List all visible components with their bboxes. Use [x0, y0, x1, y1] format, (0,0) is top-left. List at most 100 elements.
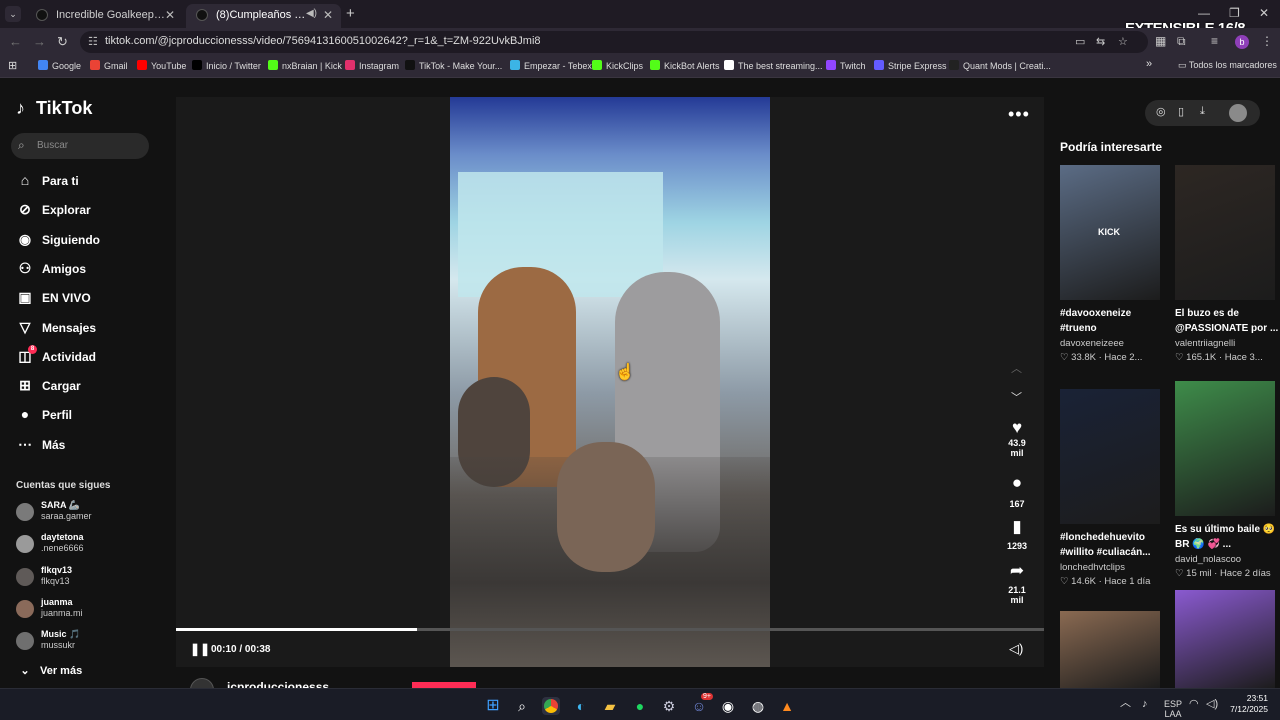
steam-icon[interactable]: ⚙	[660, 697, 678, 715]
volume-icon[interactable]: ◁)	[1009, 641, 1023, 657]
back-icon[interactable]: ←	[9, 34, 22, 49]
recommendations-header: Podría interesarte	[1060, 140, 1163, 154]
wifi-icon[interactable]: ◠	[1189, 699, 1199, 710]
heart-outline-icon: ♡	[1175, 568, 1187, 579]
bookmark-item[interactable]: Twitch	[826, 60, 866, 71]
search-icon[interactable]: ⌕	[513, 697, 531, 715]
volume-tray-icon[interactable]: ◁)	[1206, 699, 1218, 710]
bookmark-item[interactable]: Quant Mods | Creati...	[949, 60, 1051, 71]
extension-icon[interactable]: ▦	[1155, 34, 1166, 48]
video-caption[interactable]: Es su último baile 🥺 BR 🌍 💞 ...	[1175, 522, 1280, 552]
video-thumbnail[interactable]	[1175, 381, 1275, 516]
restore-icon[interactable]: ❐	[1229, 6, 1240, 20]
tab-goalkeeper[interactable]: Incredible Goalkeeper Saves Th ✕	[26, 4, 183, 28]
chrome-icon[interactable]	[542, 697, 560, 715]
bookmark-item[interactable]: nxBraian | Kick	[268, 60, 342, 71]
close-window-icon[interactable]: ✕	[1259, 6, 1269, 20]
profile-avatar[interactable]: b	[1235, 35, 1249, 49]
progress-bar[interactable]	[176, 628, 1044, 631]
reading-list-icon[interactable]: ≡	[1211, 34, 1218, 48]
device-icon[interactable]: ▯	[1178, 105, 1184, 118]
video-author[interactable]: lonchedhvtclips	[1060, 562, 1125, 573]
all-bookmarks[interactable]: ▭ Todos los marcadores	[1178, 60, 1277, 71]
bookmark-star-icon[interactable]: ☆	[1118, 35, 1128, 48]
new-tab-button[interactable]: +	[346, 5, 355, 22]
video-caption[interactable]: #davooxeneize #trueno	[1060, 306, 1170, 336]
cast-icon[interactable]: ▭	[1075, 35, 1085, 48]
see-more-button[interactable]: ⌄ Ver más	[16, 664, 82, 677]
close-tab-icon[interactable]: ✕	[165, 8, 175, 22]
video-thumbnail[interactable]: KICK	[1060, 165, 1160, 300]
app-icon[interactable]: ◉	[719, 697, 737, 715]
author-avatar[interactable]	[190, 678, 214, 688]
video-thumbnail[interactable]	[1060, 611, 1160, 688]
video-caption[interactable]: #lonchedehuevito #willito #culiacán...	[1060, 530, 1170, 560]
bookmark-item[interactable]: Google	[38, 60, 81, 71]
tab-search-button[interactable]: ⌄	[5, 6, 21, 22]
share-button[interactable]: ➦ 21.1 mil	[1002, 561, 1032, 605]
bookmark-item[interactable]: TikTok - Make Your...	[405, 60, 502, 71]
author-row[interactable]: jcproduccionesss	[190, 678, 345, 688]
video-stats: ♡ 14.6K · Hace 1 día	[1060, 576, 1150, 587]
bookmark-item[interactable]: Stripe Express	[874, 60, 947, 71]
save-button[interactable]: ▮ 1293	[1002, 517, 1032, 551]
tab-cumpleanos[interactable]: (8)Cumpleaños con Tung Tu ◀) ✕	[186, 4, 341, 28]
obs-icon[interactable]: ◍	[749, 697, 767, 715]
comment-button[interactable]: ● 167	[1002, 473, 1032, 509]
bookmark-item[interactable]: YouTube	[137, 60, 186, 71]
coins-icon[interactable]: ◎	[1156, 105, 1166, 118]
windows-start-icon[interactable]: ⊞	[484, 697, 502, 715]
bookmark-item[interactable]: Inicio / Twitter	[192, 60, 261, 71]
apps-icon[interactable]: ⊞	[8, 59, 17, 72]
pause-icon[interactable]: ❚❚	[190, 642, 210, 656]
reload-icon[interactable]: ↻	[57, 34, 68, 50]
site-info-icon[interactable]: ☷	[88, 35, 98, 48]
address-bar[interactable]: ☷ tiktok.com/@jcproduccionesss/video/756…	[80, 31, 1148, 53]
stat-text: 165.1K · Hace 3...	[1186, 352, 1263, 363]
forward-icon[interactable]: →	[33, 34, 46, 49]
bookmark-item[interactable]: KickBot Alerts	[650, 60, 720, 71]
download-icon[interactable]: ⤓	[1200, 105, 1205, 118]
user-avatar[interactable]	[1229, 104, 1247, 122]
video-author[interactable]: davoxeneizeee	[1060, 338, 1124, 349]
caption-line: Es su último baile 🥺	[1175, 524, 1276, 535]
clock[interactable]: 23:51 7/12/2025	[1224, 693, 1268, 715]
video-frame[interactable]	[450, 97, 770, 667]
language-indicator[interactable]: ESP LAA	[1163, 699, 1183, 719]
menu-icon[interactable]: ⋮	[1261, 34, 1273, 48]
video-author[interactable]: david_nolascoo	[1175, 554, 1241, 565]
translate-icon[interactable]: ⇆	[1096, 35, 1105, 48]
bookmark-label: Empezar - Tebex	[524, 61, 592, 71]
bookmark-item[interactable]: The best streaming...	[724, 60, 823, 71]
video-author[interactable]: valentriiagnelli	[1175, 338, 1235, 349]
file-explorer-icon[interactable]: ▰	[601, 697, 619, 715]
minimize-icon[interactable]: —	[1198, 6, 1210, 20]
more-options-icon[interactable]: •••	[1008, 104, 1030, 125]
app-a-icon[interactable]: ▲	[778, 697, 796, 715]
like-button[interactable]: ♥ 43.9 mil	[1002, 418, 1032, 458]
next-video-icon[interactable]: ﹀	[1011, 389, 1022, 405]
video-caption[interactable]: El buzo es de @PASSIONATE por ...	[1175, 306, 1280, 336]
video-thumbnail[interactable]	[1175, 165, 1275, 300]
bookmarks-bar: ⊞ Google Gmail YouTube Inicio / Twitter nxBr…	[0, 56, 1280, 78]
bookmark-item[interactable]: Gmail	[90, 60, 128, 71]
bookmark-item[interactable]: KickClips	[592, 60, 643, 71]
edge-icon[interactable]: ◐	[572, 697, 590, 715]
bookmark-item[interactable]: Instagram	[345, 60, 399, 71]
bookmarks-overflow[interactable]: »	[1146, 58, 1152, 70]
speaker-icon[interactable]: ◀)	[306, 8, 317, 19]
previous-video-icon[interactable]: ︿	[1011, 360, 1022, 376]
stat-text: 15 mil · Hace 2 días	[1186, 568, 1271, 579]
close-tab-icon[interactable]: ✕	[323, 8, 333, 22]
more-icon: ⋯	[18, 435, 32, 452]
tray-chevron-icon[interactable]: ︿	[1120, 698, 1131, 709]
search-input[interactable]: ⌕ Buscar	[11, 133, 149, 159]
video-thumbnail[interactable]	[1060, 389, 1160, 524]
puzzle-icon[interactable]: ⧉	[1177, 34, 1186, 49]
video-thumbnail[interactable]	[1175, 590, 1275, 688]
tiktok-logo[interactable]: ♪ TikTok	[16, 98, 92, 119]
mic-icon[interactable]: ♪	[1142, 699, 1148, 710]
thumbnail-label: KICK	[1098, 227, 1120, 237]
bookmark-item[interactable]: Empezar - Tebex	[510, 60, 592, 71]
spotify-icon[interactable]: ●	[631, 697, 649, 715]
